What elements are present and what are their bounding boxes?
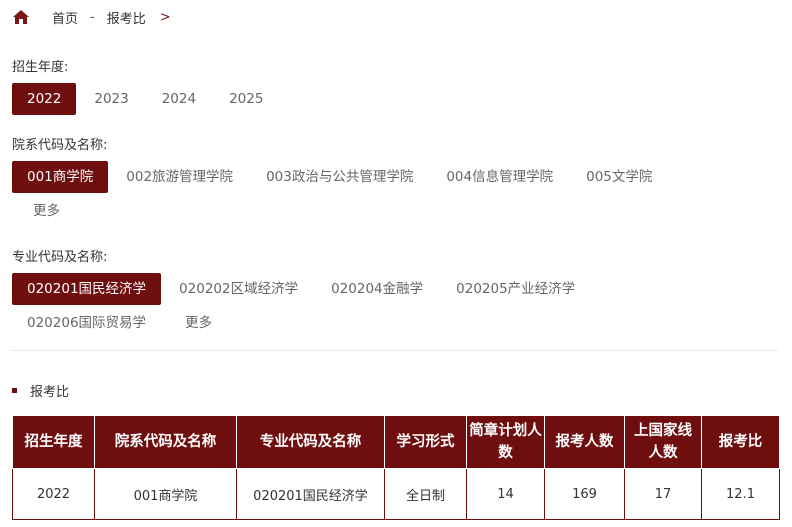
dept-option-002[interactable]: 002旅游管理学院	[111, 161, 248, 193]
dept-option-004[interactable]: 004信息管理学院	[431, 161, 568, 193]
major-option-020201[interactable]: 020201国民经济学	[12, 273, 162, 305]
col-header-study-mode: 学习形式	[384, 415, 467, 469]
cell-major: 020201国民经济学	[236, 468, 385, 520]
col-header-applicants: 报考人数	[544, 415, 625, 469]
table-header-row: 招生年度 院系代码及名称 专业代码及名称 学习形式 简章计划人数 报考人数 上国…	[12, 415, 780, 469]
major-option-020202[interactable]: 020202区域经济学	[164, 273, 313, 305]
year-option-2022[interactable]: 2022	[12, 83, 77, 115]
breadcrumb-separator: -	[90, 9, 95, 25]
cell-plan-count: 14	[466, 468, 545, 520]
table-row: 2022 001商学院 020201国民经济学 全日制 14 169 17 12…	[12, 468, 780, 520]
year-option-2025[interactable]: 2025	[214, 83, 278, 115]
breadcrumb: 首页 - 报考比 >	[12, 6, 171, 28]
col-header-above-line: 上国家线人数	[624, 415, 702, 469]
col-header-major: 专业代码及名称	[236, 415, 385, 469]
dept-filter-options: 001商学院 002旅游管理学院 003政治与公共管理学院 004信息管理学院 …	[12, 161, 712, 227]
cell-above-line: 17	[624, 468, 702, 520]
col-header-dept: 院系代码及名称	[94, 415, 237, 469]
year-option-2023[interactable]: 2023	[79, 83, 143, 115]
year-option-2024[interactable]: 2024	[147, 83, 211, 115]
dept-filter-label: 院系代码及名称:	[12, 138, 108, 153]
year-filter-label: 招生年度:	[12, 60, 69, 75]
chevron-right-icon: >	[159, 9, 171, 25]
major-option-020206[interactable]: 020206国际贸易学	[12, 307, 161, 339]
home-icon[interactable]	[12, 8, 30, 26]
col-header-plan-count: 简章计划人数	[466, 415, 545, 469]
major-filter-options: 020201国民经济学 020202区域经济学 020204金融学 020205…	[12, 273, 642, 339]
cell-dept: 001商学院	[94, 468, 237, 520]
col-header-ratio: 报考比	[701, 415, 780, 469]
section-divider	[12, 350, 778, 351]
year-filter-options: 2022 2023 2024 2025	[12, 83, 782, 115]
ratio-table: 招生年度 院系代码及名称 专业代码及名称 学习形式 简章计划人数 报考人数 上国…	[12, 415, 780, 520]
section-marker-icon	[12, 388, 17, 393]
cell-year: 2022	[12, 468, 95, 520]
major-option-020204[interactable]: 020204金融学	[316, 273, 438, 305]
cell-study-mode: 全日制	[384, 468, 467, 520]
breadcrumb-home-link[interactable]: 首页	[52, 8, 78, 27]
major-more-button[interactable]: 更多	[170, 307, 227, 339]
col-header-year: 招生年度	[12, 415, 95, 469]
major-option-020205[interactable]: 020205产业经济学	[441, 273, 590, 305]
dept-option-001[interactable]: 001商学院	[12, 161, 109, 193]
cell-applicants: 169	[544, 468, 625, 520]
breadcrumb-current: 报考比	[106, 11, 146, 27]
section-title: 报考比	[12, 381, 69, 400]
dept-more-button[interactable]: 更多	[18, 195, 75, 227]
section-title-text: 报考比	[30, 385, 70, 400]
cell-ratio: 12.1	[701, 468, 780, 520]
major-filter-label: 专业代码及名称:	[12, 250, 108, 265]
dept-option-003[interactable]: 003政治与公共管理学院	[251, 161, 428, 193]
dept-option-005[interactable]: 005文学院	[571, 161, 667, 193]
